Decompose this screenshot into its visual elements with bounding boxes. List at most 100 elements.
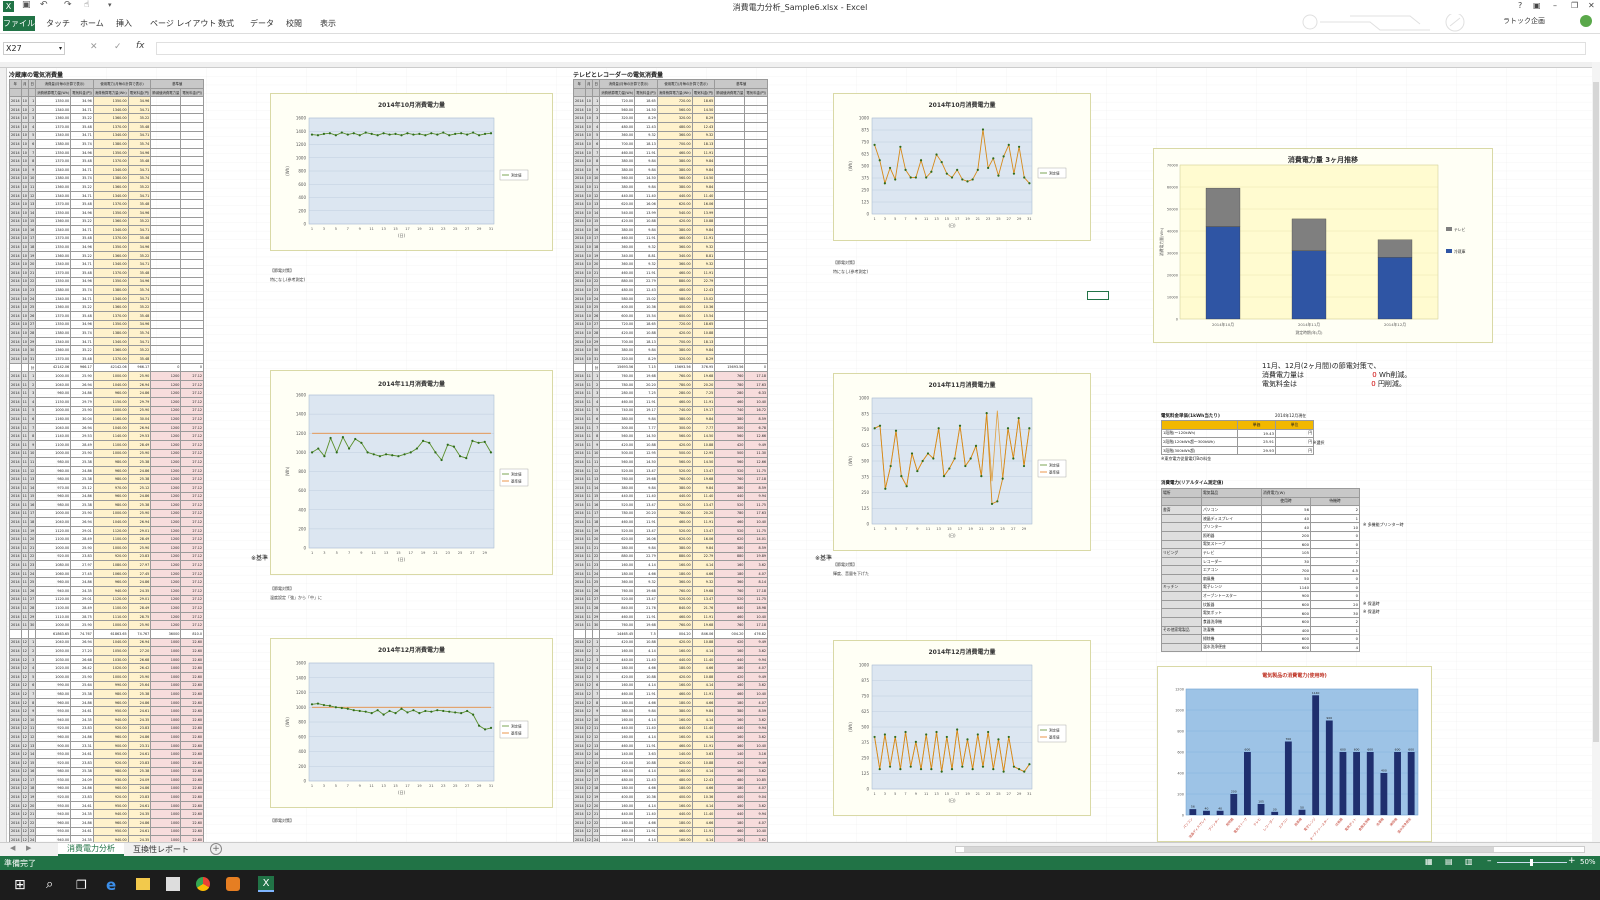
tab-home[interactable]: ホーム — [80, 18, 104, 29]
table-cell[interactable]: 25.90 — [127, 620, 152, 630]
table-cell[interactable]: 1370.00 — [35, 354, 72, 364]
realtime-cell[interactable] — [1161, 642, 1202, 653]
table-cell[interactable]: 300.00 — [599, 422, 636, 433]
table-cell[interactable]: 2014 — [9, 190, 22, 201]
table-cell[interactable]: 2 — [27, 646, 37, 656]
table-cell[interactable]: 27.12 — [180, 439, 205, 450]
table-cell[interactable] — [150, 190, 182, 201]
table-cell[interactable]: 27.12 — [180, 534, 205, 545]
table-cell[interactable]: 960.00 — [92, 465, 129, 476]
table-cell[interactable]: 920.00 — [35, 757, 72, 768]
table-cell[interactable]: 3.62 — [744, 766, 769, 777]
table-cell[interactable]: 27.12 — [180, 474, 205, 484]
page-break-icon[interactable]: ▥ — [1465, 857, 1473, 866]
table-cell[interactable]: 620.00 — [599, 199, 636, 209]
table-cell[interactable]: 27.12 — [180, 371, 205, 381]
table-cell[interactable] — [180, 311, 205, 321]
table-cell[interactable]: 11.91 — [634, 689, 658, 699]
table-cell[interactable] — [744, 345, 769, 355]
table-cell[interactable]: 11 — [584, 508, 593, 519]
table-cell[interactable]: 12 — [20, 663, 29, 673]
realtime-cell[interactable]: 電気ストーブ — [1201, 539, 1262, 550]
table-cell[interactable]: 2014 — [9, 422, 22, 433]
table-cell[interactable]: 1380.00 — [35, 173, 72, 184]
table-cell[interactable]: 180.00 — [656, 568, 693, 579]
table-cell[interactable]: 2014 — [573, 190, 586, 201]
table-cell[interactable]: 11.91 — [634, 233, 658, 244]
table-cell[interactable]: 18 — [27, 242, 37, 252]
table-cell[interactable]: 11 — [584, 500, 593, 510]
table-cell[interactable]: 2014 — [9, 268, 22, 278]
table-cell[interactable]: 8.29 — [691, 354, 716, 364]
table-cell[interactable]: 2014 — [9, 689, 22, 699]
table-cell[interactable]: 440.00 — [656, 190, 693, 201]
table-cell[interactable]: 2014 — [573, 671, 586, 682]
table-cell[interactable]: 4 — [27, 396, 37, 407]
table-cell[interactable]: 6 — [27, 680, 37, 691]
table-cell[interactable]: 11.91 — [634, 611, 658, 622]
realtime-cell[interactable] — [1161, 522, 1202, 532]
realtime-cell[interactable] — [1161, 599, 1202, 610]
table-cell[interactable]: 13 — [591, 199, 601, 209]
table-cell[interactable]: 2014 — [9, 620, 22, 630]
table-cell[interactable]: 16 — [591, 225, 601, 235]
table-cell[interactable]: 1100.00 — [35, 534, 72, 545]
table-cell[interactable]: 440 — [714, 491, 746, 502]
table-cell[interactable]: 10 — [584, 311, 593, 321]
table-cell[interactable]: 12 — [20, 680, 29, 691]
table-cell[interactable] — [744, 156, 769, 166]
table-cell[interactable]: 10 — [584, 345, 593, 355]
table-cell[interactable]: 25 — [27, 302, 37, 313]
table-cell[interactable]: 24.86 — [127, 577, 152, 588]
table-cell[interactable]: 380.00 — [656, 164, 693, 175]
table-cell[interactable]: 950.00 — [35, 749, 72, 759]
table-cell[interactable]: 1340.00 — [35, 104, 72, 115]
table-cell[interactable]: 17 — [591, 508, 601, 519]
table-cell[interactable]: 10.40 — [744, 689, 769, 699]
table-cell[interactable]: 300.00 — [656, 422, 693, 433]
realtime-cell[interactable]: 1140 — [1261, 582, 1311, 593]
table-cell[interactable]: 760.00 — [599, 586, 636, 596]
table-cell[interactable]: 18.13 — [691, 336, 716, 347]
table-cell[interactable]: 970.00 — [92, 482, 129, 493]
table-cell[interactable] — [180, 96, 205, 106]
table-cell[interactable]: 12 — [20, 732, 29, 742]
table-cell[interactable]: 460.00 — [656, 740, 693, 751]
table-cell[interactable]: 2014 — [573, 259, 586, 270]
table-cell[interactable]: 380 — [714, 482, 746, 493]
table-cell[interactable]: 12 — [591, 190, 601, 201]
table-cell[interactable]: 27 — [27, 594, 37, 605]
table-cell[interactable]: 12 — [20, 671, 29, 682]
table-cell[interactable]: 4.14 — [691, 714, 716, 725]
table-cell[interactable]: 160 — [714, 646, 746, 656]
table-cell[interactable]: 27.12 — [180, 457, 205, 467]
table-cell[interactable]: 22.60 — [180, 714, 205, 725]
table-cell[interactable]: 8.59 — [744, 414, 769, 424]
table-cell[interactable]: 2014 — [573, 543, 586, 553]
table-cell[interactable]: 180.00 — [656, 697, 693, 708]
table-cell[interactable]: 980.00 — [92, 500, 129, 510]
table-cell[interactable]: 160.00 — [599, 680, 636, 691]
table-cell[interactable]: 34.71 — [70, 225, 94, 235]
table-cell[interactable]: 4.66 — [691, 568, 716, 579]
table-cell[interactable]: 1000 — [150, 697, 182, 708]
table-cell[interactable]: 1200 — [150, 577, 182, 588]
table-cell[interactable]: 1000 — [150, 749, 182, 759]
table-cell[interactable]: 2014 — [9, 749, 22, 759]
table-cell[interactable] — [150, 182, 182, 192]
table-cell[interactable]: 2014 — [573, 568, 586, 579]
table-cell[interactable]: 2014 — [9, 697, 22, 708]
total-cell[interactable] — [27, 629, 37, 639]
table-cell[interactable]: 34.96 — [127, 276, 152, 287]
realtime-cell[interactable]: 20 — [1310, 599, 1360, 610]
table-cell[interactable] — [714, 139, 746, 149]
table-cell[interactable]: 760.00 — [656, 371, 693, 381]
table-cell[interactable]: 2014 — [9, 457, 22, 467]
table-cell[interactable]: 11 — [584, 396, 593, 407]
table-cell[interactable]: 12 — [584, 809, 593, 820]
total-cell[interactable]: 966.17 — [127, 362, 152, 373]
table-cell[interactable]: 2014 — [573, 611, 586, 622]
table-cell[interactable]: 960.00 — [92, 491, 129, 502]
table-cell[interactable]: 2014 — [9, 517, 22, 527]
realtime-cell[interactable]: 4 — [1310, 642, 1360, 653]
